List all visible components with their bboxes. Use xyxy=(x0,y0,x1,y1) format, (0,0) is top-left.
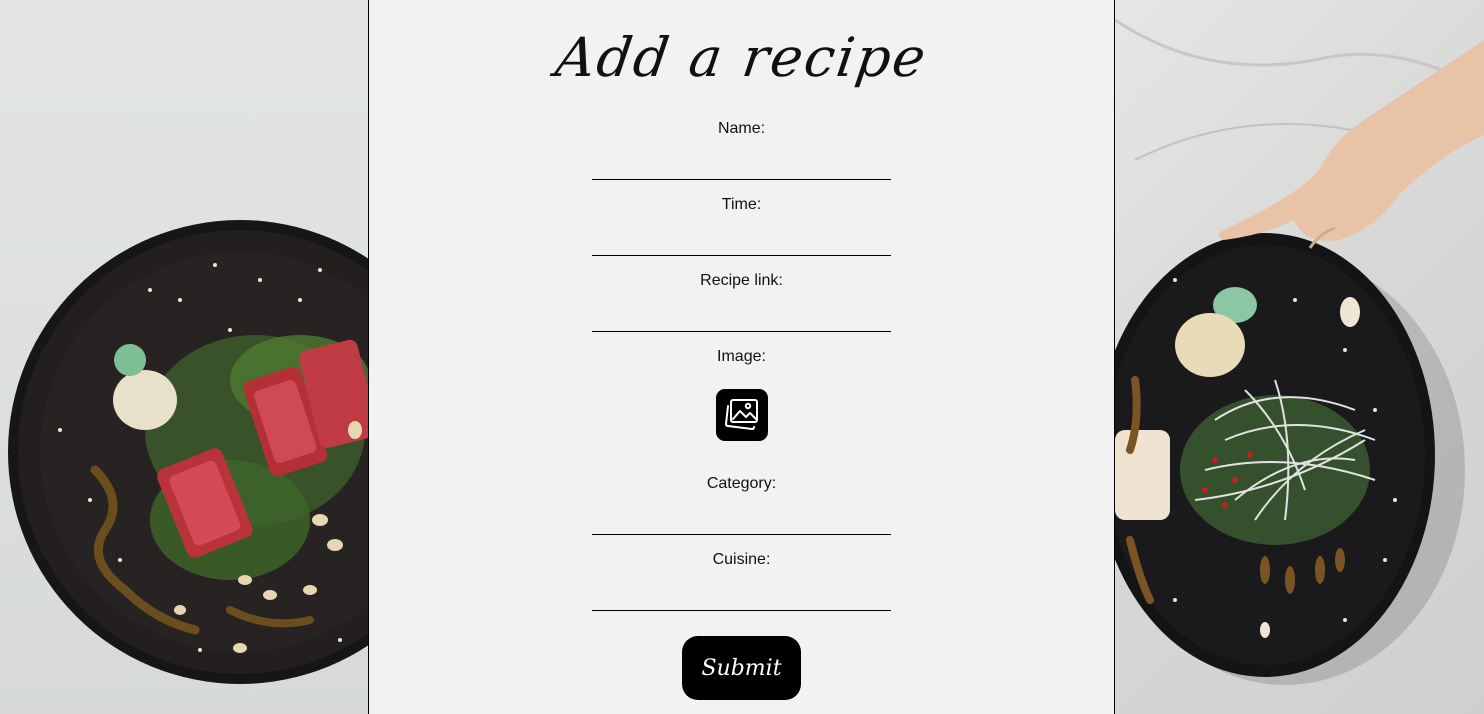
recipe-form-panel: Add a recipe Name: Time: Recipe link: Im… xyxy=(368,0,1115,714)
name-input[interactable] xyxy=(592,153,891,180)
submit-button[interactable]: Submit xyxy=(682,636,801,700)
right-food-photo xyxy=(1115,0,1484,714)
recipe-link-label: Recipe link: xyxy=(700,272,783,289)
name-label: Name: xyxy=(717,120,766,137)
cuisine-input[interactable] xyxy=(592,584,891,611)
time-input[interactable] xyxy=(592,229,891,256)
page-title: Add a recipe xyxy=(551,26,932,89)
recipe-link-input[interactable] xyxy=(592,305,891,332)
image-upload-button[interactable] xyxy=(716,389,768,441)
cuisine-label: Cuisine: xyxy=(712,551,771,568)
time-label: Time: xyxy=(721,196,762,213)
left-food-photo xyxy=(0,0,368,714)
image-label: Image: xyxy=(717,348,766,365)
category-label: Category: xyxy=(706,475,777,492)
category-input[interactable] xyxy=(592,508,891,535)
image-upload-icon xyxy=(725,399,758,430)
